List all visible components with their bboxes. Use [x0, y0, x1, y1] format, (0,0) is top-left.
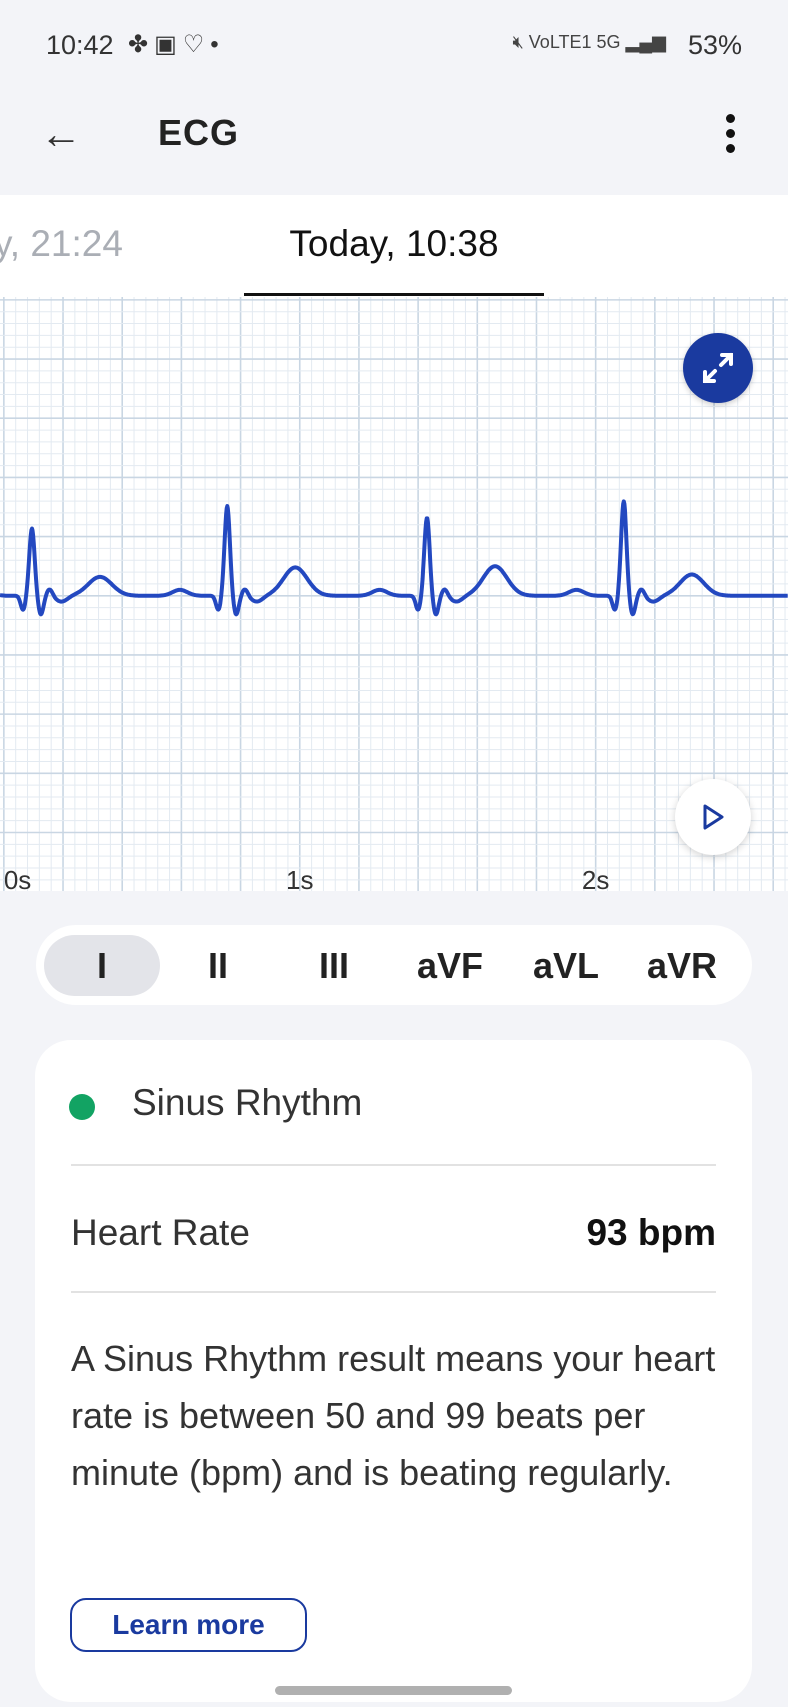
rhythm-result: Sinus Rhythm — [132, 1082, 363, 1123]
status-time: 10:42 — [46, 30, 114, 60]
x-tick-label: 0s — [4, 865, 31, 891]
signal-icon: ▂▄▆ — [625, 32, 666, 52]
play-icon — [703, 804, 724, 830]
heart-rate-value: 93 bpm — [586, 1212, 716, 1253]
result-description: A Sinus Rhythm result means your heart r… — [71, 1338, 716, 1493]
network-label: VoLTE1 5G — [528, 32, 621, 52]
x-tick-label: 1s — [286, 865, 313, 891]
mute-icon: 🔇︎ — [512, 32, 524, 52]
battery-level: 53% — [687, 30, 742, 60]
expand-arrows-icon — [703, 353, 733, 383]
notification-icons: ✤▣♡• — [128, 31, 225, 58]
signal-icons: 🔇︎ VoLTE1 5G ▂▄▆ — [512, 32, 666, 53]
tab-previous-recording[interactable]: y, 21:24 — [0, 223, 123, 265]
learn-more-button[interactable]: Learn more — [70, 1598, 307, 1652]
lead-aVL[interactable]: aVL — [508, 935, 624, 996]
divider — [71, 1164, 716, 1166]
lead-I[interactable]: I — [44, 935, 160, 996]
more-options-icon[interactable] — [726, 114, 736, 154]
ecg-chart: 0s 1s 2s — [0, 297, 788, 895]
status-bar: 10:42 ✤▣♡• 🔇︎ VoLTE1 5G ▂▄▆ 53% — [0, 22, 788, 68]
lead-selector: I II III aVF aVL aVR — [36, 925, 752, 1005]
ecg-svg: 0s 1s 2s — [0, 297, 788, 895]
page-title: ECG — [158, 112, 240, 153]
recording-tabs: y, 21:24 Today, 10:38 — [0, 195, 788, 297]
lead-III[interactable]: III — [276, 935, 392, 996]
lead-aVR[interactable]: aVR — [624, 935, 740, 996]
status-dot-icon — [69, 1094, 95, 1120]
fullscreen-button[interactable] — [683, 333, 753, 403]
tab-indicator — [244, 293, 544, 296]
lead-II[interactable]: II — [160, 935, 276, 996]
x-tick-label: 2s — [582, 865, 609, 891]
divider — [71, 1291, 716, 1293]
home-indicator[interactable] — [275, 1686, 512, 1695]
play-button[interactable] — [675, 779, 751, 855]
tab-current-recording[interactable]: Today, 10:38 — [244, 223, 544, 265]
ecg-trace — [0, 499, 788, 617]
result-card: Sinus Rhythm Heart Rate 93 bpm A Sinus R… — [35, 1040, 752, 1702]
heart-rate-label: Heart Rate — [71, 1212, 250, 1253]
back-arrow-icon[interactable]: ← — [40, 110, 82, 158]
lead-aVF[interactable]: aVF — [392, 935, 508, 996]
